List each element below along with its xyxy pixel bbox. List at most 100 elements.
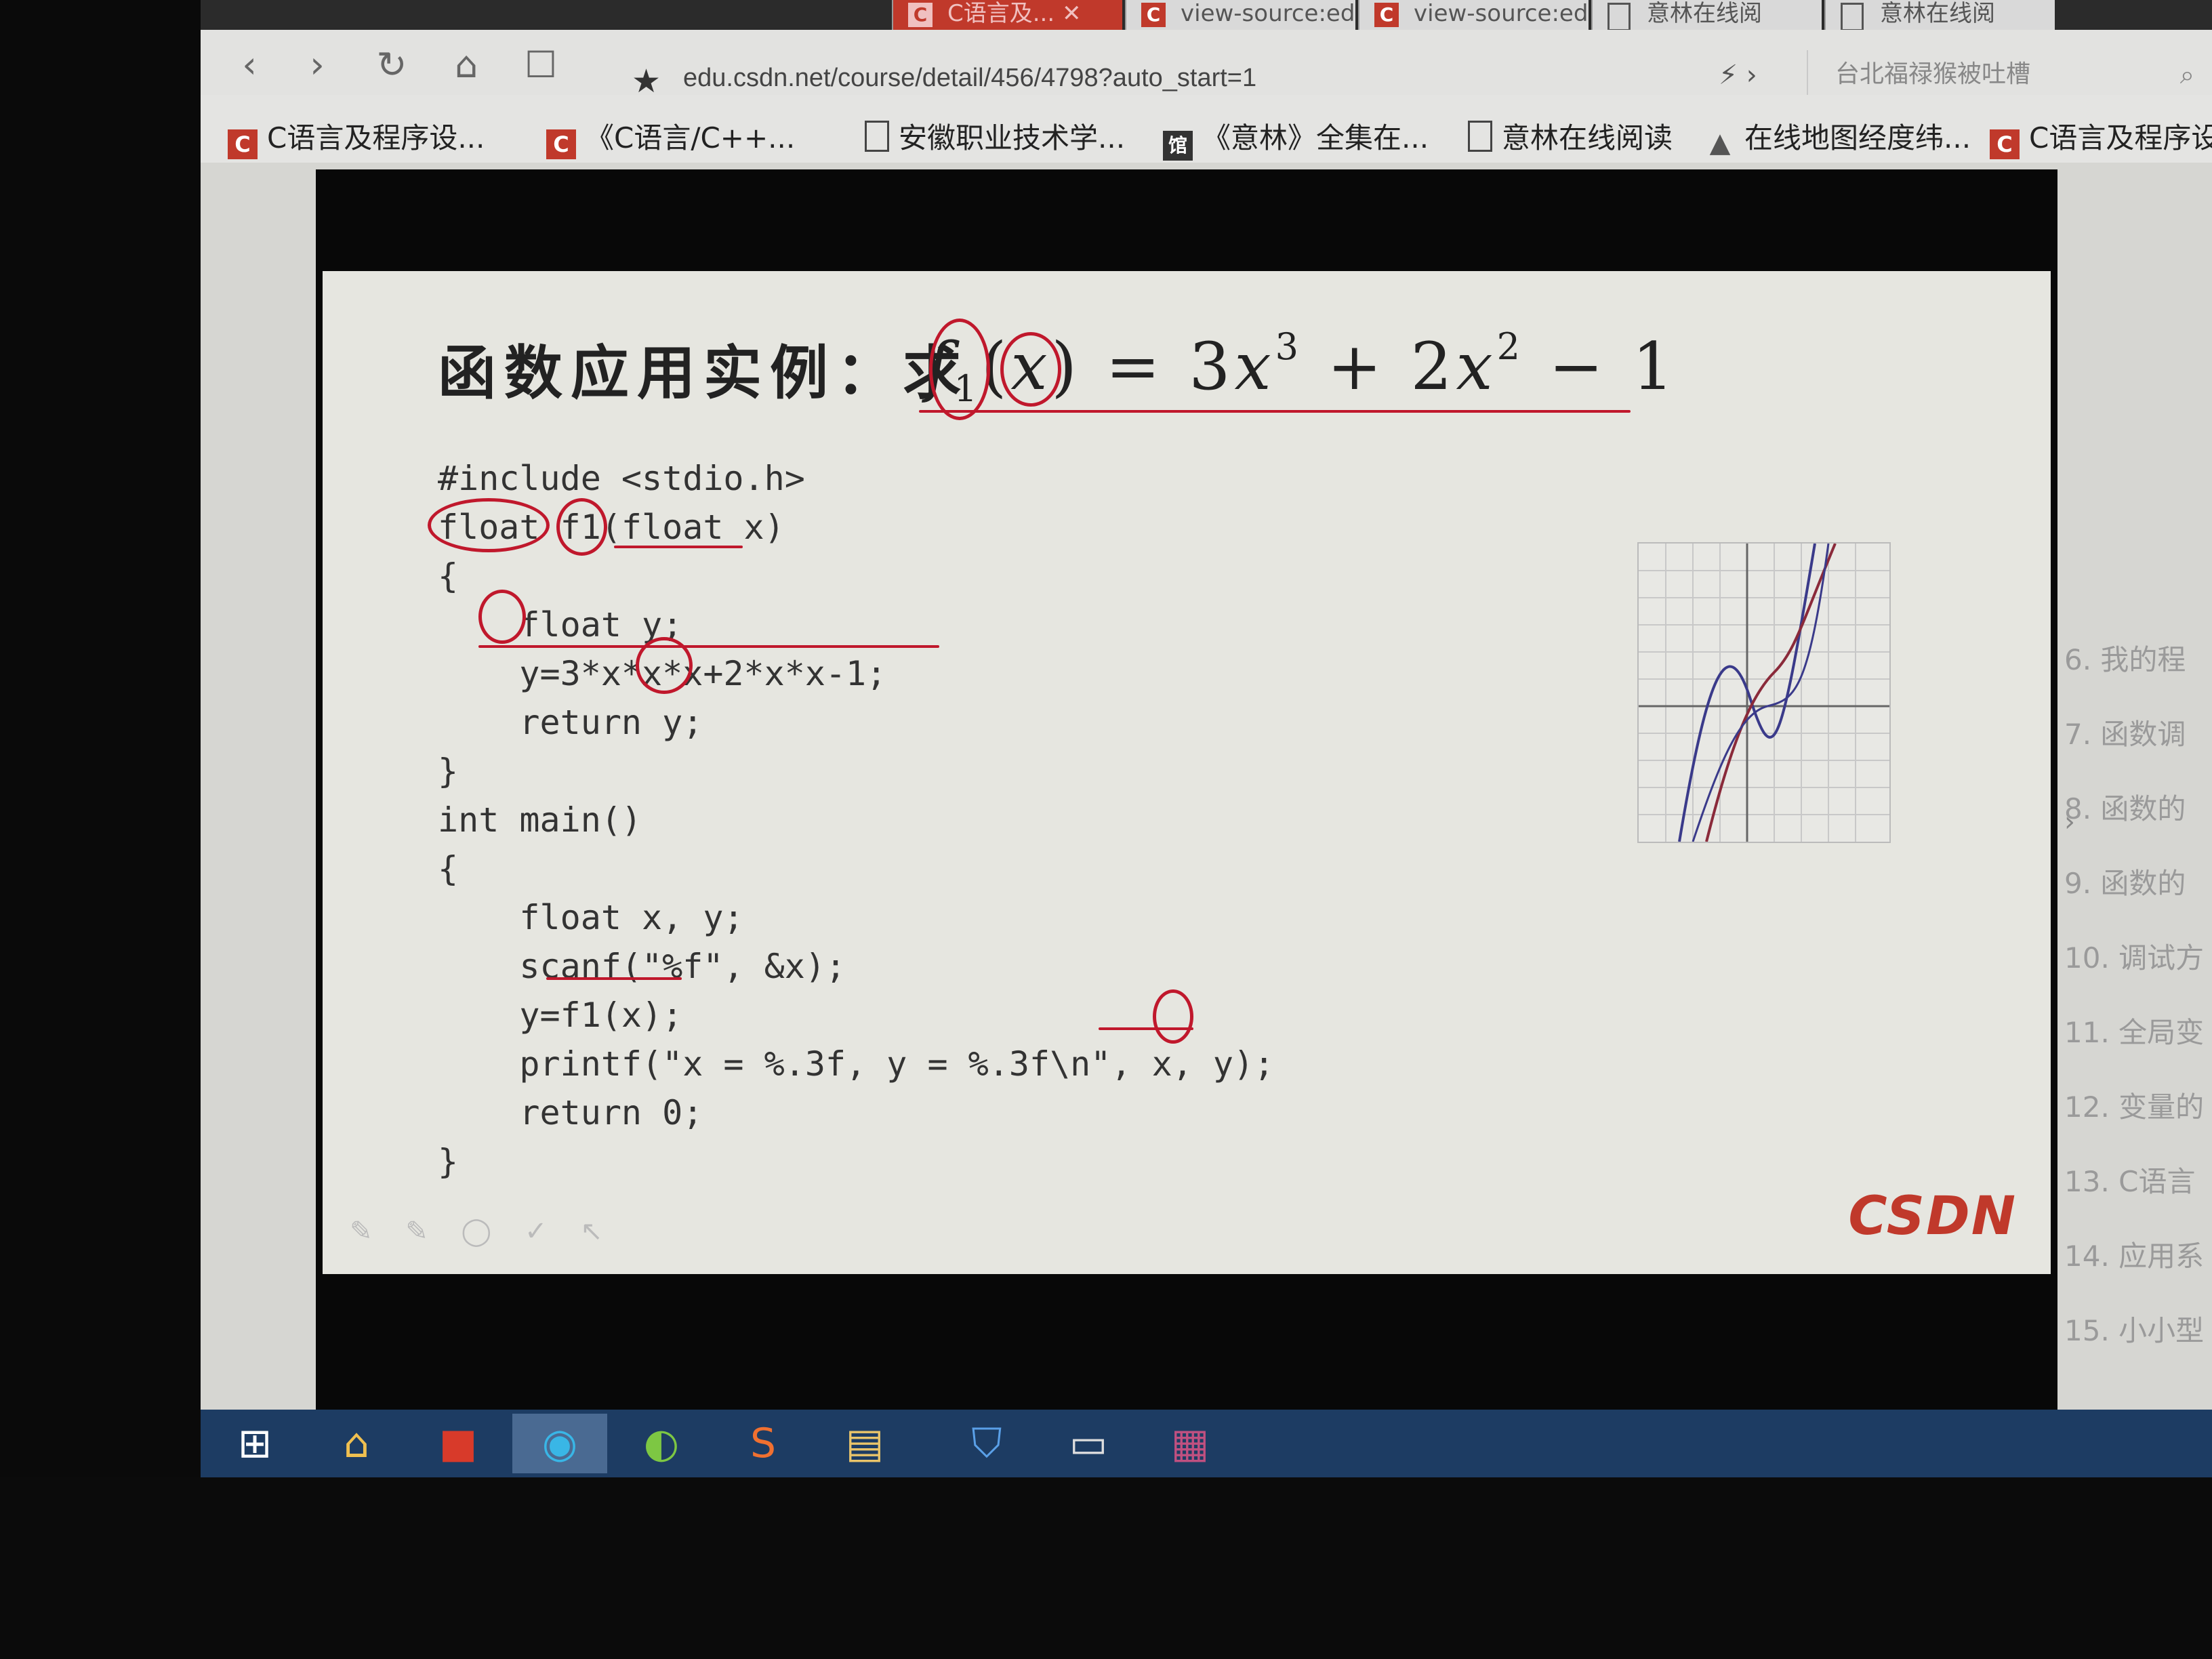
bookmark-item[interactable]: ▲ 在线地图经度纬... [1705, 115, 1971, 158]
formula-part: + 2 [1302, 329, 1456, 405]
bookmark-item[interactable]: 安徽职业技术学... [865, 115, 1125, 157]
address-bar[interactable]: edu.csdn.net/course/detail/456/4798?auto… [683, 64, 1256, 93]
pdf-icon[interactable]: ■ [411, 1414, 506, 1473]
bookmark-item[interactable]: 意林在线阅读 [1468, 115, 1673, 157]
code-line: return 0; [438, 1093, 703, 1132]
page-icon [865, 121, 889, 152]
csdn-icon: C [1990, 129, 2020, 159]
formula-superscript: 3 [1275, 325, 1303, 368]
bookmark-label: 在线地图经度纬... [1744, 121, 1971, 155]
shield-icon[interactable]: ⛉ [939, 1414, 1034, 1473]
tab-yilin-2[interactable]: 意林在线阅 [1824, 0, 2055, 30]
formula-superscript: 2 [1496, 325, 1525, 368]
bookmark-item[interactable]: C 《C语言/C++... [546, 115, 795, 159]
chapter-item[interactable]: 8. 函数的 [2064, 786, 2186, 827]
sogou-icon[interactable]: S [716, 1414, 811, 1473]
ie-icon[interactable]: ◐ [614, 1414, 709, 1473]
annotation-circle [929, 319, 990, 420]
annotation-circle [478, 590, 526, 644]
winrar-icon[interactable]: ▦ [1143, 1414, 1237, 1473]
code-line: y=f1(x); [438, 996, 683, 1035]
tab-view-source-2[interactable]: C view-source:edu [1358, 0, 1589, 30]
tab-label: C语言及... ✕ [947, 0, 1082, 27]
browser-icon[interactable]: ◉ [512, 1414, 607, 1473]
code-listing: #include <stdio.h> float f1(float x){ flo… [438, 454, 1274, 1186]
csdn-icon: C [1374, 3, 1399, 27]
reader-button[interactable]: ☐ [519, 43, 562, 87]
chapter-item[interactable]: 10. 调试方 [2064, 935, 2204, 977]
course-page: 函数应用实例：求 f1(x) = 3x3 + 2x2 − 1 #include … [201, 163, 2212, 1416]
reload-button[interactable]: ↻ [370, 43, 413, 87]
chapter-item[interactable]: 9. 函数的 [2064, 861, 2186, 902]
annotation-circle [556, 498, 607, 556]
back-button[interactable]: ‹ [228, 43, 271, 87]
video-player[interactable]: 函数应用实例：求 f1(x) = 3x3 + 2x2 − 1 #include … [316, 169, 2057, 1410]
formula-x: x [1234, 329, 1275, 405]
bookmark-label: C语言及程序设... [267, 121, 485, 155]
map-icon: ▲ [1709, 127, 1731, 159]
annotation-circle [1153, 989, 1193, 1044]
annotation-circle [1000, 332, 1061, 407]
home-icon[interactable]: ⌂ [309, 1414, 404, 1473]
monitor-screen: C C语言及... ✕ C view-source:edu C view-sou… [201, 0, 2212, 1477]
chapter-item[interactable]: 14. 应用系 [2064, 1233, 2204, 1275]
taskbar: ⊞ ⌂ ■ ◉ ◐ S ▤ ⛉ ▭ ▦ [201, 1410, 2212, 1477]
chapter-item[interactable]: 7. 函数调 [2064, 712, 2186, 753]
bookmark-item[interactable]: 馆《意林》全集在... [1163, 115, 1429, 161]
annotation-underline [919, 410, 1631, 413]
tab-yilin-1[interactable]: 意林在线阅 [1591, 0, 1822, 30]
search-placeholder: 台北福禄猴被吐槽 [1835, 60, 2031, 88]
bookmark-label: 意林在线阅读 [1502, 121, 1673, 155]
annotation-circle [636, 637, 693, 694]
chapter-item[interactable]: 6. 我的程 [2064, 637, 2186, 678]
annotation-underline [478, 645, 939, 648]
search-icon[interactable]: ⌕ [2180, 50, 2194, 99]
csdn-icon: C [546, 129, 576, 159]
explorer-icon[interactable]: ▭ [1041, 1414, 1136, 1473]
annotation-underline [614, 546, 743, 548]
bookmark-item[interactable]: C C语言及程序设 [1990, 115, 2212, 159]
annotation-circle [428, 498, 550, 552]
library-icon: 馆 [1163, 131, 1193, 161]
chapter-item[interactable]: 15. 小小型 [2064, 1308, 2204, 1349]
formula-part: − 1 [1524, 329, 1678, 405]
page-icon [1607, 3, 1631, 30]
code-line: #include <stdio.h> [438, 459, 805, 498]
code-line: return y; [438, 703, 703, 742]
folder-icon[interactable]: ▤ [817, 1414, 912, 1473]
tab-label: view-source:edu [1414, 0, 1589, 27]
page-icon [1841, 3, 1864, 30]
tab-c-lesson[interactable]: C C语言及... ✕ [892, 0, 1122, 30]
start-icon[interactable]: ⊞ [207, 1414, 302, 1473]
tab-view-source-1[interactable]: C view-source:edu [1125, 0, 1355, 30]
code-line: float x, y; [438, 898, 744, 937]
code-line: } [438, 1142, 459, 1181]
bookmark-item[interactable]: C C语言及程序设... [228, 115, 485, 159]
tab-strip: C C语言及... ✕ C view-source:edu C view-sou… [201, 0, 2212, 30]
chapter-item[interactable]: 13. C语言 [2064, 1159, 2195, 1200]
bookmark-label: C语言及程序设 [2029, 121, 2212, 155]
formula-part: = 3 [1080, 329, 1235, 405]
code-line: float y; [438, 605, 683, 644]
tab-label: 意林在线阅 [1647, 0, 1762, 27]
slide-tool-icons[interactable]: ✎ ✎ ◯ ✓ ↖ [350, 1216, 615, 1247]
code-line: printf("x = %.3f, y = %.3f\n", x, y); [438, 1044, 1275, 1084]
annotation-underline [546, 977, 682, 980]
chapter-item[interactable]: 11. 全局变 [2064, 1010, 2204, 1051]
bookmark-label: 《意林》全集在... [1202, 121, 1429, 155]
chapter-item[interactable]: 12. 变量的 [2064, 1084, 2204, 1126]
home-button[interactable]: ⌂ [445, 43, 488, 87]
lightning-icon[interactable]: ⚡ › [1719, 60, 1757, 91]
forward-button[interactable]: › [295, 43, 339, 87]
search-input[interactable]: 台北福禄猴被吐槽 ⌕ [1807, 50, 2212, 99]
code-line: scanf("%f", &x); [438, 947, 846, 986]
function-graph-svg [1639, 543, 1889, 842]
function-graph-image [1637, 542, 1891, 843]
page-icon [1468, 121, 1492, 152]
tab-label: view-source:edu [1181, 0, 1355, 27]
slide-heading: 函数应用实例：求 [438, 340, 969, 407]
monitor-bezel [0, 1477, 2212, 1659]
tab-label: 意林在线阅 [1880, 0, 1995, 27]
bookmark-label: 《C语言/C++... [586, 121, 796, 155]
code-line: int main() [438, 800, 642, 840]
